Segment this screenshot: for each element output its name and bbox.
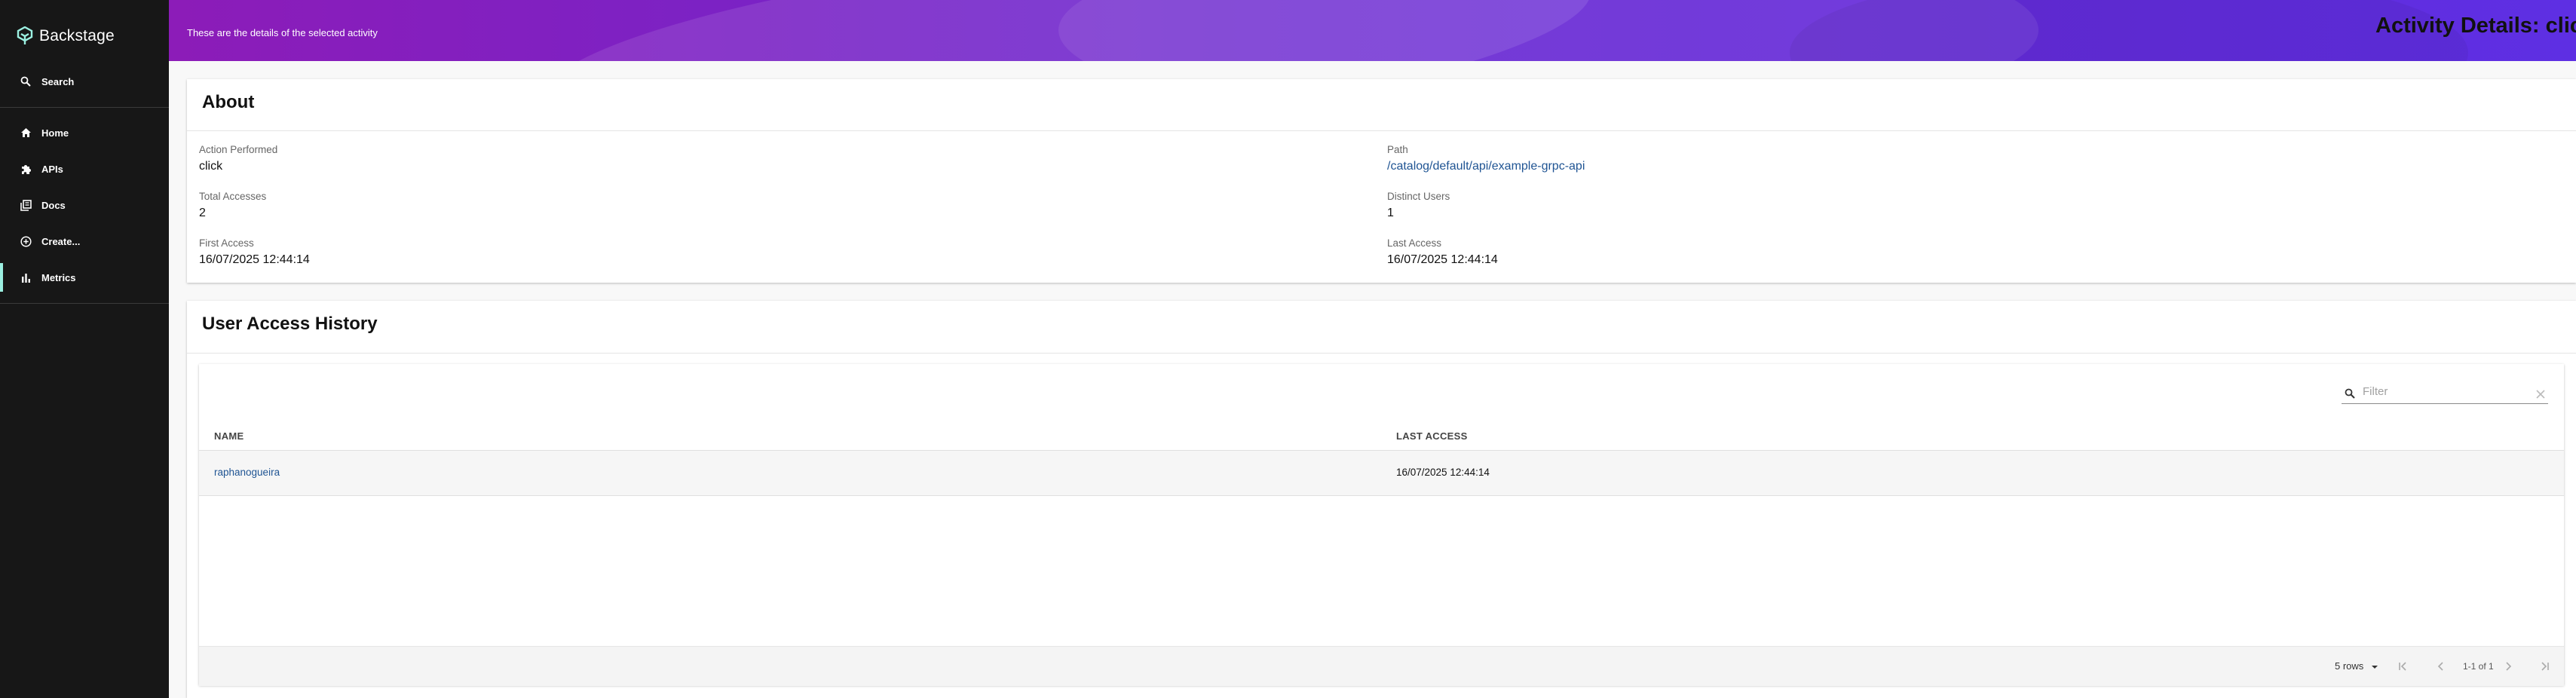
last-access-label: Last Access <box>1387 237 1442 249</box>
card-divider <box>187 130 2576 131</box>
sidebar-divider <box>0 107 169 108</box>
sidebar-item-label: Search <box>41 75 75 87</box>
sidebar-item-docs[interactable]: Docs <box>0 191 169 219</box>
action-performed-label: Action Performed <box>199 144 278 155</box>
rows-per-page-select[interactable]: 5 rows <box>2335 660 2378 672</box>
total-accesses-label: Total Accesses <box>199 191 267 202</box>
table-pagination: 5 rows 1-1 of 1 <box>199 646 2564 686</box>
sidebar-item-label: APIs <box>41 163 63 175</box>
column-header-last-access[interactable]: LAST ACCESS <box>1396 430 1468 442</box>
sidebar-item-metrics[interactable]: Metrics <box>0 263 169 292</box>
header-subtitle: These are the details of the selected ac… <box>187 27 378 38</box>
sidebar-item-create[interactable]: Create... <box>0 227 169 256</box>
path-label: Path <box>1387 144 1408 155</box>
search-icon <box>2345 388 2355 399</box>
card-divider <box>187 353 2576 354</box>
search-icon <box>20 75 32 87</box>
next-page-icon[interactable] <box>2502 660 2514 672</box>
row-last-access: 16/07/2025 12:44:14 <box>1396 467 1490 478</box>
chevron-down-icon <box>2371 666 2378 669</box>
distinct-users-value: 1 <box>1387 207 1394 219</box>
bar-chart-icon <box>20 271 32 283</box>
sidebar: Backstage Search Home APIs Docs Create..… <box>0 0 169 698</box>
backstage-logo[interactable]: Backstage <box>17 23 115 50</box>
about-title: About <box>202 92 255 112</box>
library-icon <box>20 199 32 211</box>
last-access-value: 16/07/2025 12:44:14 <box>1387 253 1498 266</box>
distinct-users-label: Distinct Users <box>1387 191 1450 202</box>
header-decoration <box>1790 0 2468 61</box>
first-access-value: 16/07/2025 12:44:14 <box>199 253 310 266</box>
sidebar-item-home[interactable]: Home <box>0 118 169 147</box>
rows-per-page-value: 5 rows <box>2335 660 2364 672</box>
add-circle-icon <box>20 235 32 247</box>
last-page-icon[interactable] <box>2538 660 2550 672</box>
table-row: raphanogueira 16/07/2025 12:44:14 <box>199 450 2564 496</box>
total-accesses-value: 2 <box>199 207 206 219</box>
filter-field[interactable]: Filter <box>2342 382 2548 404</box>
user-name-link[interactable]: raphanogueira <box>214 467 280 478</box>
user-access-table: Filter NAME LAST ACCESS raphanogueira 16… <box>199 364 2564 686</box>
puzzle-icon <box>20 163 32 175</box>
clear-icon[interactable] <box>2536 390 2545 399</box>
sidebar-item-label: Home <box>41 127 69 139</box>
page-title: Activity Details: click <box>2375 14 2576 38</box>
first-access-label: First Access <box>199 237 254 249</box>
previous-page-icon[interactable] <box>2435 660 2447 672</box>
home-icon <box>20 127 32 139</box>
column-header-name[interactable]: NAME <box>214 430 244 442</box>
about-card: About Action Performed click Path /catal… <box>187 79 2576 283</box>
filter-input[interactable]: Filter <box>2363 385 2388 398</box>
backstage-logo-icon <box>17 26 33 44</box>
sidebar-item-label: Docs <box>41 199 66 211</box>
sidebar-item-apis[interactable]: APIs <box>0 155 169 183</box>
action-performed-value: click <box>199 160 223 173</box>
sidebar-item-label: Create... <box>41 235 81 247</box>
path-link[interactable]: /catalog/default/api/example-grpc-api <box>1387 160 1585 173</box>
sidebar-divider <box>0 303 169 304</box>
first-page-icon[interactable] <box>2397 660 2409 672</box>
logo-text: Backstage <box>39 27 115 44</box>
page-header: These are the details of the selected ac… <box>169 0 2576 61</box>
sidebar-item-label: Metrics <box>41 271 76 283</box>
sidebar-item-search[interactable]: Search <box>0 67 169 96</box>
pagination-range: 1-1 of 1 <box>2463 661 2494 672</box>
user-access-history-title: User Access History <box>202 314 378 334</box>
